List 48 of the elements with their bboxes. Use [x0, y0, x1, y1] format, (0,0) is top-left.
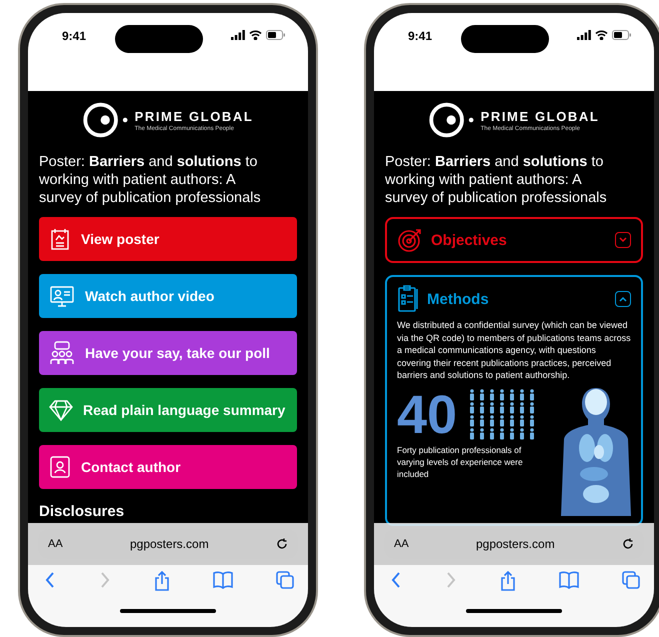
- section-title: Methods: [427, 290, 490, 308]
- book-icon[interactable]: [213, 571, 233, 589]
- link-button[interactable]: Have your say, take our poll: [39, 331, 297, 375]
- brand-name: PRIME GLOBAL: [134, 108, 254, 124]
- poster-title: Poster: Barriers and solutions to working with patient authors: A survey of publication professionals: [39, 153, 262, 207]
- section-title: Objectives: [431, 232, 508, 248]
- poster-icon: [49, 227, 71, 251]
- link-button[interactable]: View poster: [39, 217, 297, 261]
- text-size-button[interactable]: AA: [48, 538, 63, 550]
- people-speech-icon: [49, 341, 75, 365]
- stat-caption: Forty publication professionals of varying levels of experience were included: [397, 444, 524, 480]
- battery-icon: [612, 30, 632, 40]
- contact-card-icon: [49, 455, 71, 479]
- methods-paragraph: We distributed a confidential survey (which can be viewed via the QR code) to members of publications teams across a medical communications agency, with questions covering their recent publications practices, perceived barriers and solutions to patient authorship.: [397, 319, 631, 382]
- stat-number: 40: [397, 386, 458, 444]
- link-button[interactable]: Contact author: [39, 445, 297, 489]
- section-heading: Disclosures: [39, 503, 126, 520]
- share-icon[interactable]: [154, 571, 170, 591]
- link-button[interactable]: Read plain language summary: [39, 388, 297, 432]
- diamond-icon: [49, 399, 73, 421]
- chevron-icon: [619, 237, 627, 243]
- reload-icon[interactable]: [276, 538, 288, 550]
- book-icon[interactable]: [559, 571, 579, 589]
- url-text: pgposters.com: [128, 537, 210, 551]
- reload-icon[interactable]: [622, 538, 634, 550]
- status-time: 9:41: [408, 28, 432, 43]
- video-screen-icon: [49, 284, 75, 308]
- text-size-button[interactable]: AA: [394, 538, 409, 550]
- share-icon[interactable]: [500, 571, 516, 591]
- wifi-icon: [595, 30, 608, 40]
- link-button[interactable]: Watch author video: [39, 274, 297, 318]
- target-icon: [397, 227, 423, 253]
- wifi-icon: [249, 30, 262, 40]
- expand-toggle[interactable]: [615, 232, 631, 248]
- back-icon[interactable]: [390, 571, 402, 589]
- checklist-icon: [397, 285, 419, 313]
- status-time: 9:41: [62, 28, 86, 43]
- brand-name: PRIME GLOBAL: [480, 108, 600, 124]
- signal-icon: [231, 30, 245, 40]
- battery-icon: [266, 30, 286, 40]
- back-icon[interactable]: [44, 571, 56, 589]
- poster-title: Poster: Barriers and solutions to working with patient authors: A survey of publication professionals: [385, 153, 608, 207]
- signal-icon: [577, 30, 591, 40]
- expand-toggle[interactable]: [615, 291, 631, 307]
- url-text: pgposters.com: [474, 537, 556, 551]
- tabs-icon[interactable]: [276, 571, 294, 589]
- tabs-icon[interactable]: [622, 571, 640, 589]
- chevron-icon: [619, 296, 627, 302]
